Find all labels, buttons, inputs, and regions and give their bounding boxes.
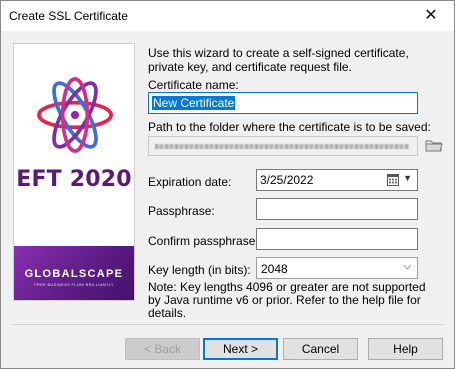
brand-tagline: FREE BUSINESS FLOW BRILLIANTLY [34, 282, 114, 287]
brand-logo-text: GLOBALSCAPE [24, 268, 124, 280]
expiration-label: Expiration date: [148, 175, 232, 189]
path-field [148, 136, 418, 156]
folder-icon[interactable] [425, 138, 443, 153]
help-button[interactable]: Help [368, 338, 443, 360]
path-value-obscured [155, 144, 409, 149]
product-name: EFT 2020 [16, 167, 132, 192]
chevron-down-icon[interactable]: ⌵ [403, 261, 411, 272]
path-label: Path to the folder where the certificate… [148, 120, 431, 134]
key-length-label: Key length (in bits): [148, 263, 251, 277]
footer-divider [13, 324, 443, 325]
confirm-passphrase-label: Confirm passphrase: [148, 234, 259, 248]
back-button[interactable]: < Back [125, 338, 200, 360]
calendar-icon[interactable] [387, 174, 399, 186]
brand-band: GLOBALSCAPE FREE BUSINESS FLOW BRILLIANT… [14, 246, 134, 300]
key-length-value: 2048 [261, 262, 288, 276]
cancel-button[interactable]: Cancel [283, 338, 358, 360]
cert-name-input[interactable]: New Certificate [148, 92, 418, 114]
expiration-date-picker[interactable]: 3/25/2022 ▼ [256, 169, 418, 191]
close-icon[interactable]: ✕ [408, 1, 454, 31]
atom-logo-icon [37, 77, 113, 153]
expiration-value: 3/25/2022 [260, 173, 314, 187]
dialog-window: Create SSL Certificate ✕ EFT 2020 GLOBAL… [0, 0, 455, 369]
chevron-down-icon[interactable]: ▼ [403, 173, 412, 183]
key-length-select[interactable]: 2048 ⌵ [256, 257, 418, 279]
product-banner: EFT 2020 GLOBALSCAPE FREE BUSINESS FLOW … [13, 43, 135, 301]
wizard-intro: Use this wizard to create a self-signed … [148, 46, 409, 74]
title-bar: Create SSL Certificate ✕ [1, 1, 454, 31]
next-button[interactable]: Next > [203, 338, 278, 360]
window-title: Create SSL Certificate [9, 9, 128, 23]
passphrase-input[interactable] [256, 198, 418, 220]
passphrase-label: Passphrase: [148, 204, 215, 218]
key-length-note: Note: Key lengths 4096 or greater are no… [148, 280, 426, 320]
cert-name-label: Certificate name: [148, 78, 239, 92]
cert-name-value: New Certificate [152, 96, 236, 110]
confirm-passphrase-input[interactable] [256, 228, 418, 250]
